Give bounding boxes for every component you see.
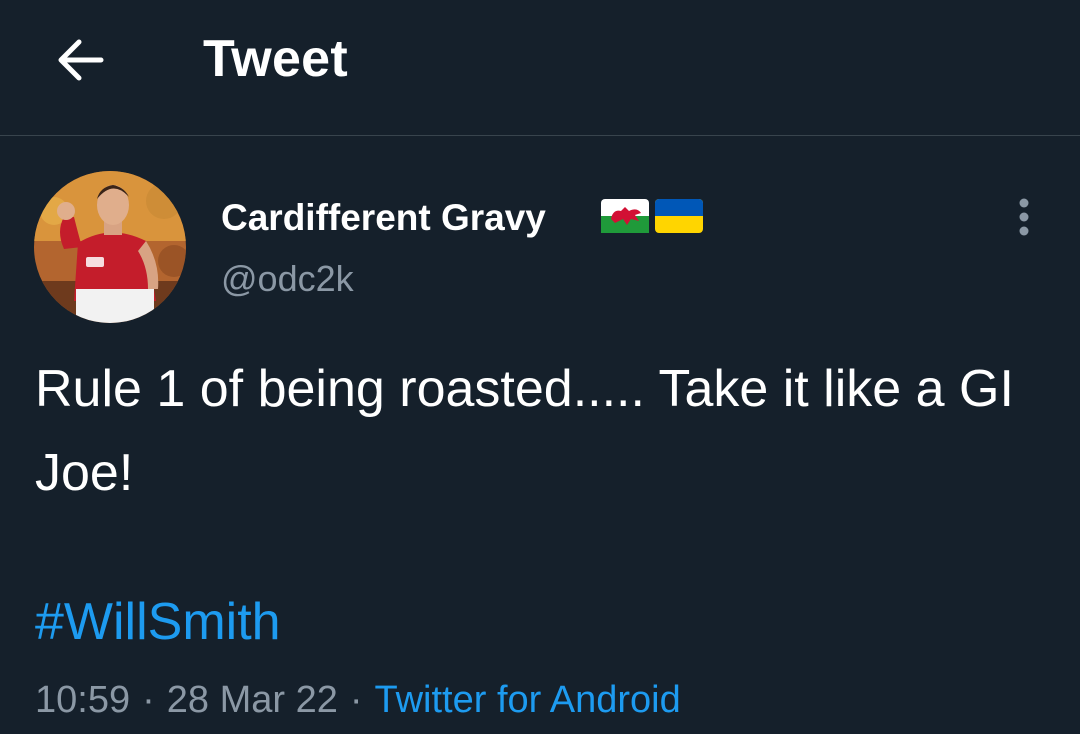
tweet-metadata: 10:59 · 28 Mar 22 · Twitter for Android [35,676,681,724]
tweet-time: 10:59 [35,679,131,721]
tweet-date: 28 Mar 22 [166,679,338,721]
ukraine-flag-icon [655,199,703,233]
separator-dot: · [142,679,155,721]
arrow-left-icon [58,39,104,81]
author-handle[interactable]: @odc2k [221,256,354,302]
wales-flag-icon [601,199,649,233]
back-button[interactable] [40,22,120,98]
avatar[interactable] [34,171,186,323]
tweet-source-link[interactable]: Twitter for Android [375,679,681,721]
top-app-bar: Tweet [0,0,1080,136]
more-options-button[interactable] [1002,192,1046,242]
hashtag-link[interactable]: #WillSmith [35,587,281,657]
more-vertical-icon [1019,198,1029,236]
author-display-name[interactable]: Cardifferent Gravy [221,195,546,241]
separator-dot: · [349,679,363,721]
page-title: Tweet [203,30,349,88]
flag-emojis [601,199,703,233]
profile-photo [34,171,186,323]
tweet-text: Rule 1 of being roasted..... Take it lik… [35,360,1014,502]
